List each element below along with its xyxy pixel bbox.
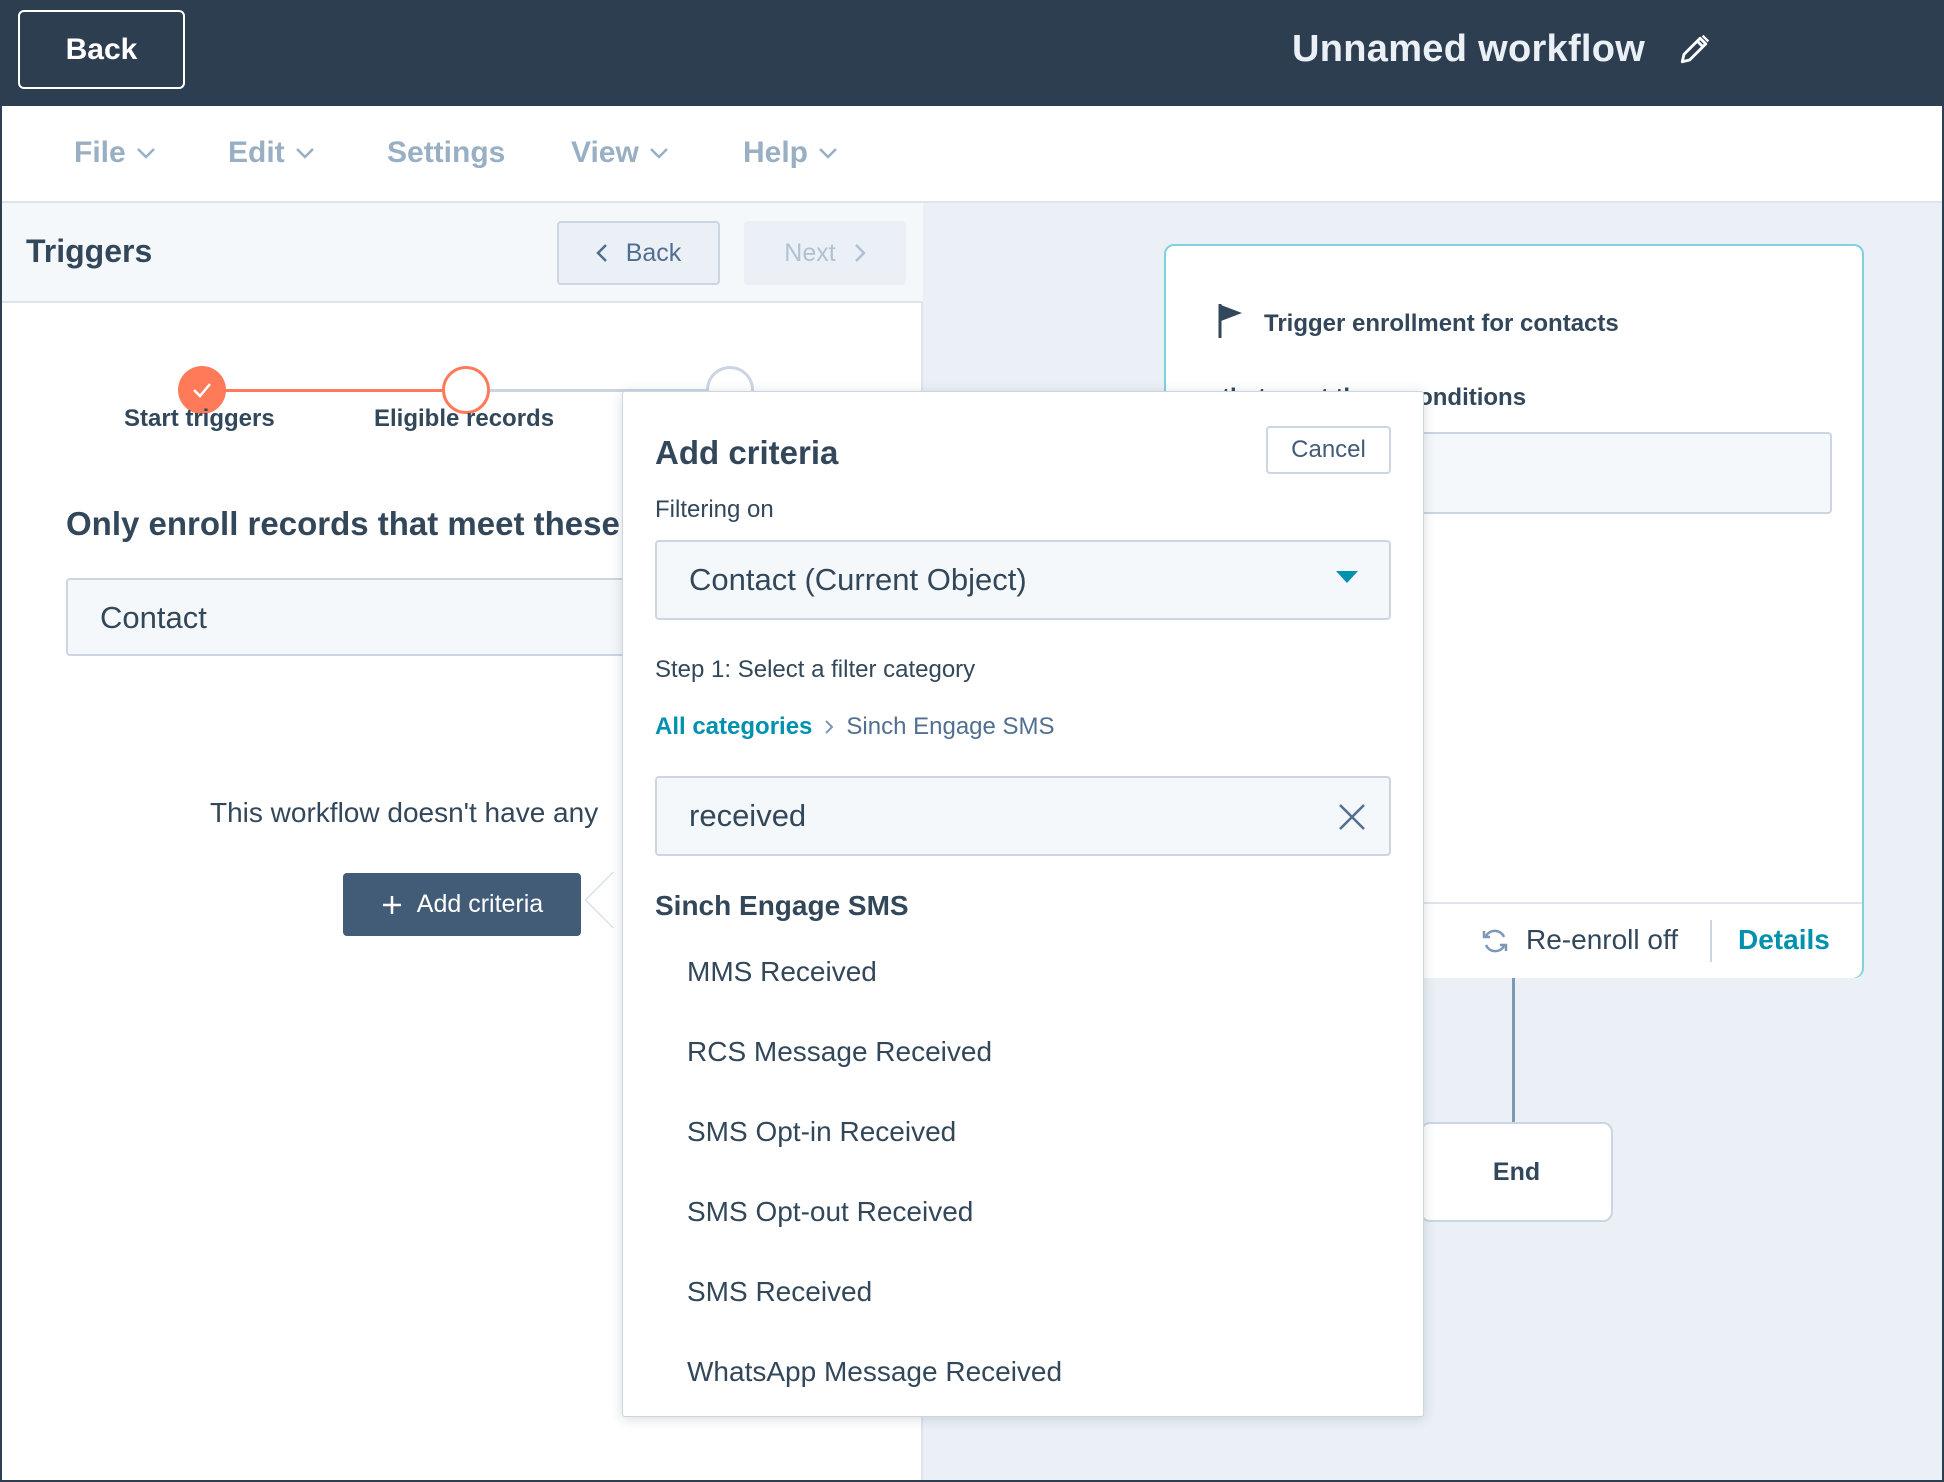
search-input[interactable]: received (655, 776, 1391, 856)
chevron-down-icon (295, 148, 314, 159)
filter-step-text: Step 1: Select a filter category (655, 656, 976, 683)
refresh-icon (1482, 929, 1508, 953)
workflow-title: Unnamed workflow (1292, 28, 1646, 70)
list-item[interactable]: WhatsApp Message Received (655, 1332, 1391, 1412)
add-criteria-label: Add criteria (416, 890, 544, 918)
filtering-on-label: Filtering on (655, 496, 774, 523)
breadcrumb: All categories Sinch Engage SMS (655, 713, 1055, 741)
chevron-down-icon (819, 148, 837, 159)
step-label-start-triggers: Start triggers (124, 405, 275, 432)
object-select-dropdown[interactable]: Contact (Current Object) (655, 540, 1391, 620)
menu-bar: File Edit Settings View Help (2, 106, 1942, 203)
object-select-value: Contact (Current Object) (689, 562, 1027, 597)
add-criteria-popover: Add criteria Cancel Filtering on Contact… (622, 391, 1424, 1417)
plus-icon (382, 895, 401, 914)
details-link[interactable]: Details (1738, 924, 1830, 956)
step-next-label: Next (784, 238, 836, 267)
results-list: MMS Received RCS Message Received SMS Op… (655, 932, 1391, 1412)
menu-edit[interactable]: Edit (228, 136, 315, 170)
empty-state-text: This workflow doesn't have any (210, 797, 599, 828)
app-frame: Back Unnamed workflow File Edit Settings… (0, 0, 1944, 1482)
list-item[interactable]: RCS Message Received (655, 1012, 1391, 1092)
list-item[interactable]: SMS Opt-in Received (655, 1092, 1391, 1172)
reenroll-status: Re-enroll off (1526, 924, 1679, 955)
pencil-icon[interactable] (1678, 32, 1712, 66)
list-item[interactable]: SMS Received (655, 1252, 1391, 1332)
menu-settings[interactable]: Settings (387, 136, 505, 170)
chevron-down-icon (136, 148, 155, 159)
enroll-heading: Only enroll records that meet these (66, 505, 620, 542)
search-value: received (689, 798, 807, 833)
object-type-field[interactable]: Contact (66, 578, 686, 656)
menu-view[interactable]: View (571, 136, 669, 170)
cancel-button[interactable]: Cancel (1266, 426, 1391, 474)
popover-title: Add criteria (655, 434, 839, 471)
breadcrumb-current: Sinch Engage SMS (846, 713, 1055, 740)
menu-edit-label: Edit (228, 136, 285, 169)
menu-file-label: File (74, 136, 126, 169)
menu-view-label: View (571, 136, 639, 169)
add-criteria-button[interactable]: Add criteria (343, 873, 581, 936)
chevron-down-icon (649, 148, 668, 159)
results-group-label: Sinch Engage SMS (655, 890, 909, 921)
workflow-connector (1512, 978, 1515, 1122)
breadcrumb-all-categories[interactable]: All categories (655, 713, 812, 741)
list-item[interactable]: SMS Opt-out Received (655, 1172, 1391, 1252)
footer-divider (1710, 920, 1712, 962)
flag-icon (1218, 304, 1242, 338)
step-label-eligible-records: Eligible records (374, 405, 555, 432)
menu-file[interactable]: File (74, 136, 156, 170)
chevron-left-icon (595, 244, 607, 262)
caret-down-icon (1336, 571, 1358, 583)
menu-help[interactable]: Help (743, 136, 838, 170)
step-back-button[interactable]: Back (557, 221, 720, 285)
header-back-button[interactable]: Back (18, 10, 185, 89)
step-connector-complete (226, 389, 442, 392)
chevron-right-icon (825, 720, 834, 734)
chevron-right-icon (854, 244, 866, 262)
step-back-label: Back (625, 238, 682, 267)
menu-help-label: Help (743, 136, 809, 169)
end-node: End (1420, 1122, 1613, 1222)
list-item[interactable]: MMS Received (655, 932, 1391, 1012)
triggers-title: Triggers (26, 233, 153, 269)
menu-settings-label: Settings (387, 136, 506, 169)
step-next-button[interactable]: Next (744, 221, 906, 285)
trigger-card-title: Trigger enrollment for contacts (1264, 310, 1619, 337)
close-icon[interactable] (1335, 800, 1369, 834)
triggers-panel-header: Triggers Back Next (2, 203, 923, 303)
top-header: Back Unnamed workflow (2, 2, 1942, 106)
